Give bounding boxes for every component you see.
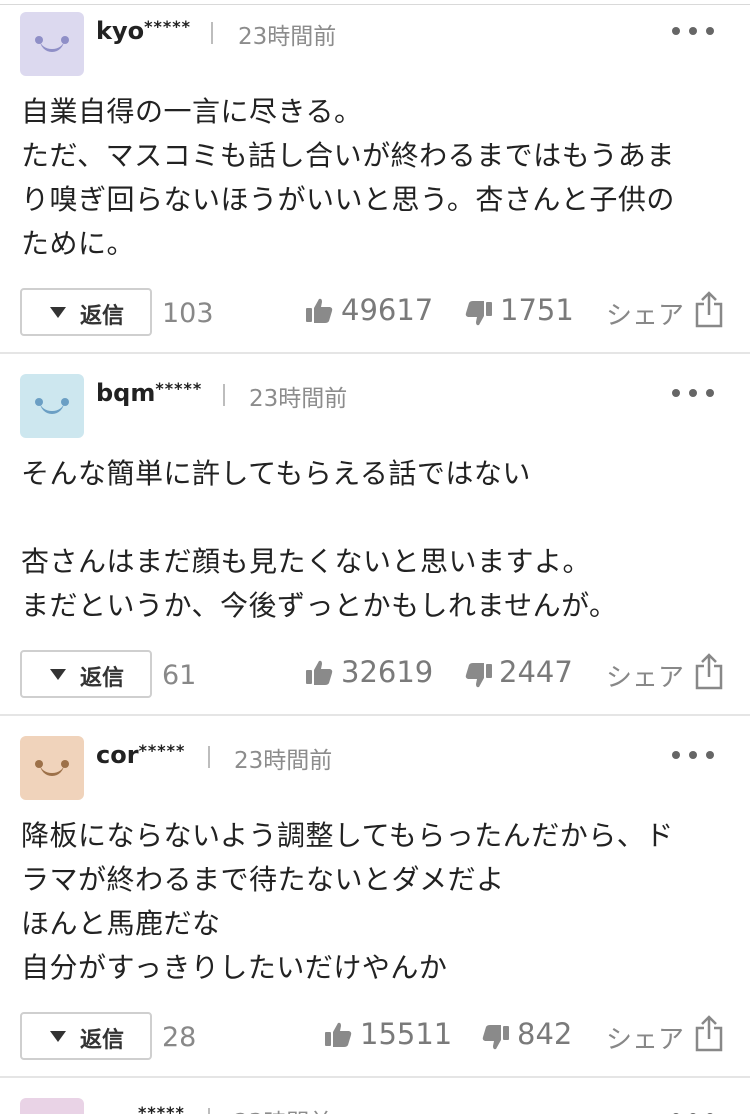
thumbs-up-icon[interactable]	[324, 1020, 352, 1048]
reply-label: 返信	[80, 304, 125, 329]
more-options-icon[interactable]	[672, 387, 714, 399]
reply-count: 28	[162, 1022, 197, 1053]
avatar[interactable]	[20, 1098, 84, 1114]
share-icon[interactable]	[694, 652, 724, 690]
username[interactable]: bqm*****	[96, 379, 202, 407]
triangle-down-icon	[50, 669, 66, 680]
comment-line: ために。	[21, 227, 136, 260]
share-icon[interactable]	[694, 1014, 724, 1052]
username[interactable]: *****	[138, 1103, 185, 1114]
more-options-icon[interactable]	[672, 25, 714, 37]
avatar[interactable]	[20, 12, 84, 76]
dislike-count[interactable]: 1751	[500, 293, 574, 327]
reply-button[interactable]: 返信	[20, 288, 152, 336]
thumbs-down-icon[interactable]	[465, 300, 493, 328]
comment-card: kyo***** 23時間前 自業自得の一言に尽きる。 ただ、マスコミも話し合い…	[0, 0, 750, 354]
username[interactable]: cor*****	[96, 741, 185, 769]
comment-line: まだというか、今後ずっとかもしれませんが。	[21, 589, 618, 622]
comment-card: bqm***** 23時間前 そんな簡単に許してもらえる話ではない 杏さんはまだ…	[0, 354, 750, 716]
share-icon[interactable]	[694, 290, 724, 328]
avatar-mouth	[40, 38, 64, 52]
more-options-icon[interactable]	[672, 749, 714, 761]
comment-line: ラマが終わるまで待たないとダメだよ	[21, 863, 505, 896]
dislike-count[interactable]: 842	[517, 1017, 572, 1051]
comment-line: り嗅ぎ回らないほうがいいと思う。杏さんと子供の	[21, 183, 675, 216]
comment-line: ただ、マスコミも話し合いが終わるまではもうあま	[21, 139, 675, 172]
avatar[interactable]	[20, 736, 84, 800]
comment-body: 自業自得の一言に尽きる。 ただ、マスコミも話し合いが終わるまではもうあま り嗅ぎ…	[21, 90, 731, 266]
comment-line: 自分がすっきりしたいだけやんか	[21, 951, 448, 984]
like-count[interactable]: 32619	[341, 655, 433, 689]
separator	[223, 384, 225, 406]
dislike-count[interactable]: 2447	[499, 655, 573, 689]
comment-card: cor***** 23時間前 降板にならないよう調整してもらったんだから、ド ラ…	[0, 716, 750, 1078]
reply-count: 103	[162, 298, 214, 329]
timestamp: 23時間前	[234, 748, 333, 774]
like-count[interactable]: 15511	[360, 1017, 452, 1051]
thumbs-up-icon[interactable]	[305, 296, 333, 324]
avatar[interactable]	[20, 374, 84, 438]
comment-line	[21, 496, 731, 540]
reply-label: 返信	[80, 666, 125, 691]
separator	[208, 1108, 210, 1114]
comment-line: そんな簡単に許してもらえる話ではない	[21, 457, 531, 490]
comment-body: そんな簡単に許してもらえる話ではない 杏さんはまだ顔も見たくないと思いますよ。 …	[21, 452, 731, 628]
avatar-mouth	[40, 762, 64, 776]
thumbs-down-icon[interactable]	[482, 1024, 510, 1052]
timestamp: 23時間前	[238, 24, 337, 50]
triangle-down-icon	[50, 1031, 66, 1042]
comment-line: ほんと馬鹿だな	[21, 907, 221, 940]
comment-line: 降板にならないよう調整してもらったんだから、ド	[21, 819, 674, 852]
reply-count: 61	[162, 660, 197, 691]
separator	[211, 22, 213, 44]
share-label[interactable]: シェア	[606, 657, 684, 694]
username[interactable]: kyo*****	[96, 17, 191, 45]
thumbs-down-icon[interactable]	[465, 662, 493, 690]
reply-button[interactable]: 返信	[20, 650, 152, 698]
timestamp: 23時間前	[249, 386, 348, 412]
avatar-mouth	[40, 400, 64, 414]
share-label[interactable]: シェア	[606, 1019, 684, 1056]
comment-body: 降板にならないよう調整してもらったんだから、ド ラマが終わるまで待たないとダメだ…	[21, 814, 731, 990]
comment-line: 杏さんはまだ顔も見たくないと思いますよ。	[21, 545, 592, 578]
timestamp: 23時間前	[234, 1103, 332, 1114]
thumbs-up-icon[interactable]	[305, 658, 333, 686]
comment-line: 自業自得の一言に尽きる。	[21, 95, 363, 128]
reply-label: 返信	[80, 1028, 125, 1053]
separator	[208, 746, 210, 768]
comment-card: ***** 23時間前	[0, 1078, 750, 1114]
share-label[interactable]: シェア	[606, 295, 684, 332]
triangle-down-icon	[50, 307, 66, 318]
reply-button[interactable]: 返信	[20, 1012, 152, 1060]
like-count[interactable]: 49617	[341, 293, 433, 327]
